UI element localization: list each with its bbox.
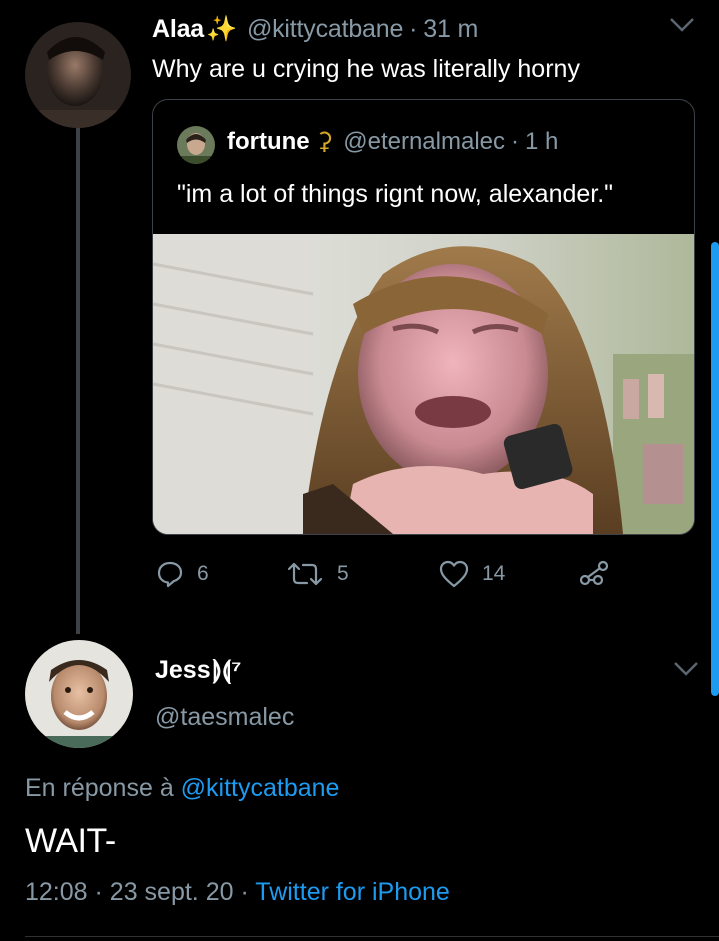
reply-handle-link[interactable]: @kittycatbane [181, 774, 340, 802]
main-tweet-text: WAIT- [25, 822, 116, 860]
main-tweet-avatar[interactable] [25, 640, 133, 748]
main-tweet-handle[interactable]: @taesmalec [155, 703, 294, 732]
quote-timestamp: 1 h [525, 128, 559, 155]
quote-name-emoji: ⚳ [315, 128, 334, 155]
meta-separator-2: · [240, 878, 249, 906]
display-name[interactable]: Alaa [152, 15, 204, 44]
quote-text: "im a lot of things rignt now, alexander… [177, 180, 614, 208]
timestamp[interactable]: 31 m [423, 15, 478, 44]
quote-media-image[interactable] [153, 234, 694, 534]
user-handle[interactable]: @kittycatbane [247, 15, 403, 44]
tweet-date: 23 sept. 20 [109, 878, 234, 906]
tweet-header: Alaa ✨ @kittycatbane · 31 m [152, 15, 478, 45]
quote-handle: @eternalmalec [343, 128, 505, 155]
quote-avatar [177, 126, 215, 164]
separator: · [409, 15, 418, 43]
like-button[interactable]: 14 [438, 556, 505, 592]
sparkles-emoji: ✨ [206, 15, 237, 43]
divider [25, 936, 719, 937]
display-name-text: Jess [155, 655, 211, 684]
share-icon [579, 560, 609, 586]
scrollbar[interactable] [711, 242, 719, 696]
retweet-icon [287, 562, 323, 586]
share-button[interactable] [578, 556, 622, 592]
reply-context: En réponse à @kittycatbane [25, 774, 339, 803]
quote-separator: · [511, 128, 519, 155]
tweet-text: Why are u crying he was literally horny [152, 55, 580, 83]
retweet-count: 5 [337, 562, 349, 585]
main-tweet-display-name[interactable]: Jess ⟭⟬⁷ [155, 654, 241, 686]
source-link[interactable]: Twitter for iPhone [255, 878, 450, 906]
like-count: 14 [482, 562, 506, 585]
reply-icon [157, 561, 183, 588]
thread-line [76, 126, 80, 634]
tweet-time: 12:08 [25, 878, 88, 906]
reply-button[interactable]: 6 [155, 556, 209, 592]
quote-display-name: fortune [227, 128, 310, 155]
avatar[interactable] [25, 22, 131, 128]
meta-separator-1: · [94, 878, 103, 906]
name-suffix: ⟭⟬⁷ [212, 655, 242, 684]
retweet-button[interactable]: 5 [285, 556, 349, 592]
quote-header: fortune ⚳ @eternalmalec · 1 h [227, 127, 558, 157]
reply-prefix: En réponse à [25, 774, 174, 802]
tweet-metadata: 12:08 · 23 sept. 20 · Twitter for iPhone [25, 878, 450, 907]
like-icon [439, 560, 469, 588]
chevron-down-icon[interactable] [668, 16, 696, 34]
chevron-down-icon[interactable] [672, 660, 700, 678]
reply-count: 6 [197, 562, 209, 585]
